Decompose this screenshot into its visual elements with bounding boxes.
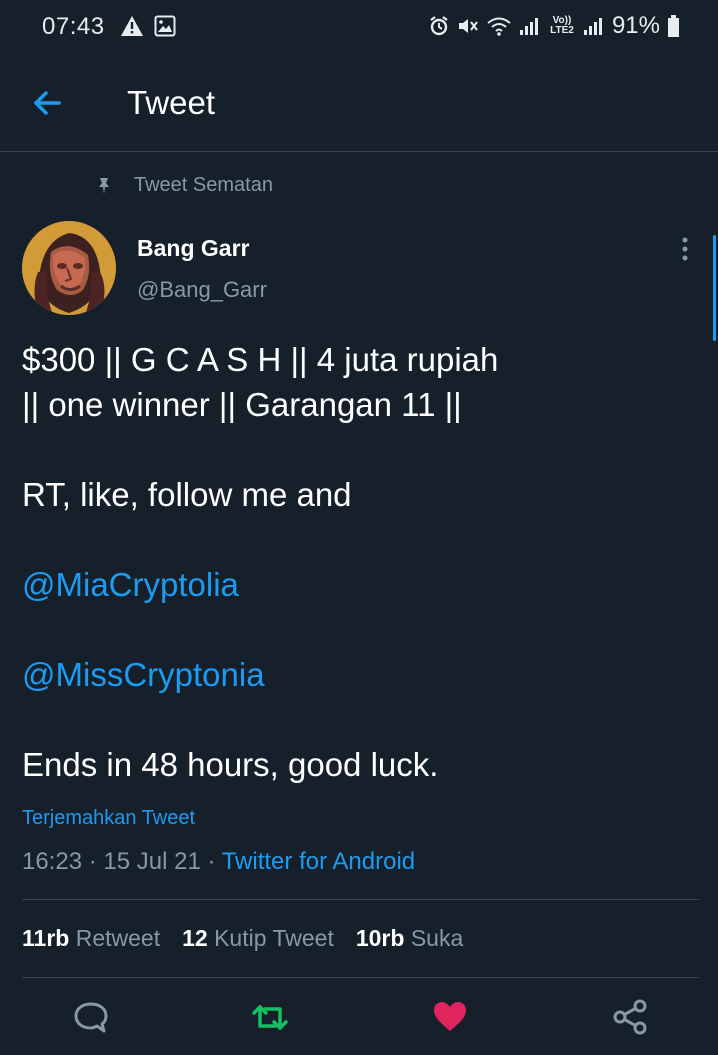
retweet-label: Retweet	[75, 925, 161, 951]
retweet-icon[interactable]	[250, 997, 290, 1037]
retweet-stats[interactable]: 11rb Retweet	[22, 925, 160, 952]
meta-separator: ·	[88, 848, 97, 875]
avatar[interactable]	[22, 221, 116, 315]
share-icon[interactable]	[610, 997, 650, 1037]
translate-tweet-link[interactable]: Terjemahkan Tweet	[22, 807, 195, 830]
scroll-indicator[interactable]	[713, 235, 716, 341]
image-icon	[154, 15, 176, 37]
battery-icon	[668, 15, 679, 37]
warning-icon	[121, 16, 143, 36]
avatar-portrait	[22, 221, 116, 315]
signal-icon-secondary	[583, 18, 602, 35]
tweet-text-line-3: RT, like, follow me and	[22, 476, 352, 513]
battery-percent: 91%	[611, 12, 660, 39]
tweet-text-line-6: Ends in 48 hours, good luck.	[22, 746, 439, 783]
tweet-source-link[interactable]: Twitter for Android	[222, 848, 415, 875]
signal-icon	[519, 18, 538, 35]
tweet-header: Tweet	[0, 55, 718, 152]
tweet-actions	[0, 997, 718, 1045]
divider	[22, 899, 699, 900]
pinned-tweet-label: Tweet Sematan	[95, 174, 273, 197]
alarm-icon	[430, 16, 448, 36]
wifi-icon	[487, 17, 511, 36]
status-right-icons: Vo)) LTE2 91%	[428, 12, 680, 40]
page-title: Tweet	[127, 84, 216, 121]
tweet-metadata: 16:23 · 15 Jul 21 · Twitter for Android	[22, 848, 415, 876]
mention-link-mia[interactable]: @MiaCryptolia	[22, 562, 239, 607]
status-time: 07:43	[42, 13, 105, 40]
status-bar: 07:43 Vo)) LTE2 91%	[0, 0, 718, 55]
tweet-stats: 11rb Retweet 12 Kutip Tweet 10rb Suka	[22, 925, 463, 952]
status-notification-icons	[120, 15, 176, 37]
tweet-text-line-1: $300 || G C A S H || 4 juta rupiah	[22, 341, 499, 378]
retweet-count: 11rb	[22, 925, 70, 951]
like-label: Suka	[410, 925, 464, 951]
tweet-text-line-2: || one winner || Garangan 11 ||	[22, 386, 462, 423]
tweet-time: 16:23	[22, 848, 83, 875]
tweet-date: 15 Jul 21	[103, 848, 201, 875]
meta-separator: ·	[207, 848, 216, 875]
like-icon[interactable]	[430, 997, 470, 1037]
pin-icon	[99, 177, 109, 194]
arrow-left-icon[interactable]	[29, 85, 65, 121]
pinned-label-text: Tweet Sematan	[134, 174, 273, 196]
network-type: Vo)) LTE2	[550, 15, 574, 36]
quote-label: Kutip Tweet	[214, 925, 334, 951]
divider	[22, 977, 699, 978]
mute-icon	[458, 19, 478, 33]
like-count: 10rb	[355, 925, 405, 951]
more-options-icon[interactable]	[675, 236, 695, 264]
author-handle[interactable]: @Bang_Garr	[137, 277, 267, 303]
mention-link-miss[interactable]: @MissCryptonia	[22, 652, 265, 697]
quote-stats[interactable]: 12 Kutip Tweet	[182, 925, 334, 952]
quote-count: 12	[182, 925, 208, 951]
reply-icon[interactable]	[71, 997, 111, 1037]
author-name[interactable]: Bang Garr	[137, 235, 249, 262]
like-stats[interactable]: 10rb Suka	[356, 925, 463, 952]
